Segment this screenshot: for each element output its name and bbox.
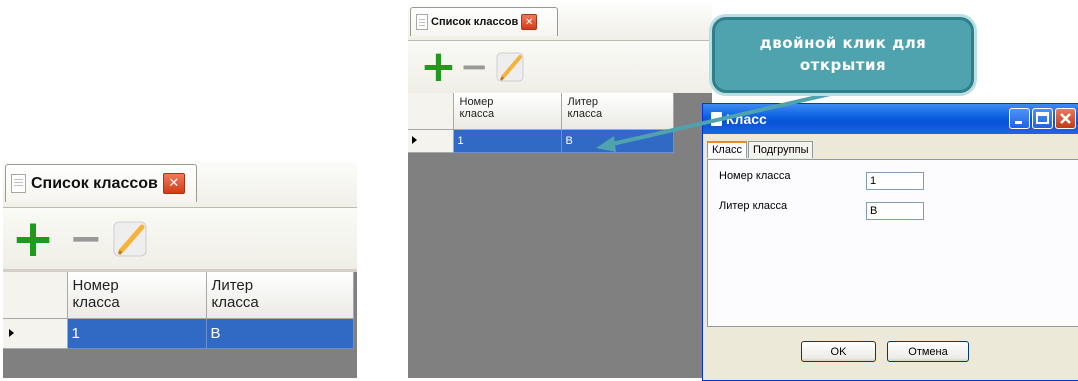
hint-callout: двойной клик для открытия xyxy=(712,17,974,93)
hint-text: двойной клик для открытия xyxy=(759,34,927,74)
